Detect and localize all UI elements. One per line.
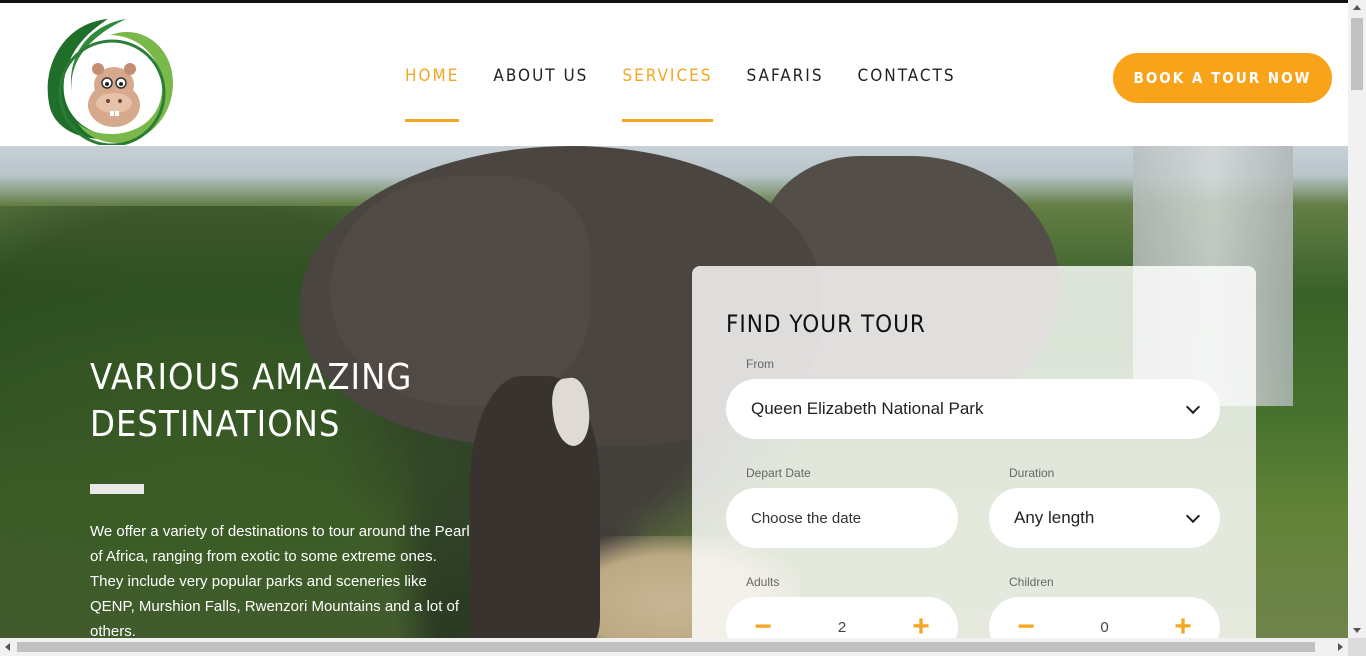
vertical-scroll-thumb[interactable]	[1351, 18, 1363, 90]
duration-select-value: Any length	[1014, 508, 1095, 527]
site-header: HOME ABOUT US SERVICES SAFARIS CONTACTS …	[0, 3, 1348, 146]
duration-select[interactable]: Any length	[989, 488, 1220, 548]
nav-contacts-label: CONTACTS	[857, 66, 956, 86]
scroll-up-arrow-icon[interactable]	[1353, 5, 1361, 10]
nav-home[interactable]: HOME	[405, 65, 460, 122]
depart-date-placeholder: Choose the date	[751, 509, 862, 527]
hero-title: VARIOUS AMAZING DESTINATIONS	[90, 354, 510, 448]
main-nav: HOME ABOUT US SERVICES SAFARIS CONTACTS	[405, 65, 990, 122]
children-label: Children	[1009, 575, 1054, 589]
vertical-scrollbar[interactable]	[1348, 0, 1366, 638]
scroll-right-arrow-icon[interactable]	[1338, 643, 1343, 651]
nav-safaris-label: SAFARIS	[746, 66, 824, 86]
children-value: 0	[1100, 618, 1109, 636]
depart-date-input[interactable]: Choose the date	[726, 488, 958, 548]
scroll-down-arrow-icon[interactable]	[1353, 628, 1361, 633]
chevron-down-icon	[1185, 508, 1201, 524]
find-tour-card: FIND YOUR TOUR From Queen Elizabeth Nati…	[692, 266, 1256, 657]
nav-home-underline	[405, 119, 460, 122]
nav-safaris[interactable]: SAFARIS	[747, 65, 824, 87]
hero-title-line-2: DESTINATIONS	[90, 404, 341, 445]
book-tour-button[interactable]: BOOK A TOUR NOW	[1113, 53, 1332, 103]
hero-description: We offer a variety of destinations to to…	[90, 523, 470, 638]
from-select-value: Queen Elizabeth National Park	[751, 399, 984, 418]
nav-services-label: SERVICES	[622, 66, 713, 86]
hero-title-line-1: VARIOUS AMAZING	[90, 357, 413, 398]
duration-label: Duration	[1009, 466, 1055, 480]
horizontal-scrollbar[interactable]	[0, 638, 1348, 656]
nav-services[interactable]: SERVICES	[622, 65, 713, 122]
hero-divider	[90, 484, 144, 494]
from-label: From	[746, 357, 774, 371]
from-select[interactable]: Queen Elizabeth National Park	[726, 379, 1220, 439]
scrollbar-corner	[1348, 638, 1366, 656]
adults-value: 2	[837, 618, 847, 636]
nav-about-us[interactable]: ABOUT US	[493, 65, 588, 87]
hippo-logo[interactable]	[38, 13, 178, 145]
horizontal-scroll-thumb[interactable]	[17, 642, 1315, 652]
nav-about-us-label: ABOUT US	[493, 66, 589, 86]
nav-home-label: HOME	[405, 66, 460, 86]
nav-services-underline	[622, 119, 713, 122]
nav-contacts[interactable]: CONTACTS	[858, 65, 956, 87]
depart-date-label: Depart Date	[746, 466, 811, 480]
find-tour-title: FIND YOUR TOUR	[726, 310, 926, 338]
adults-label: Adults	[746, 575, 780, 589]
scroll-left-arrow-icon[interactable]	[5, 643, 10, 651]
chevron-down-icon	[1185, 399, 1201, 415]
